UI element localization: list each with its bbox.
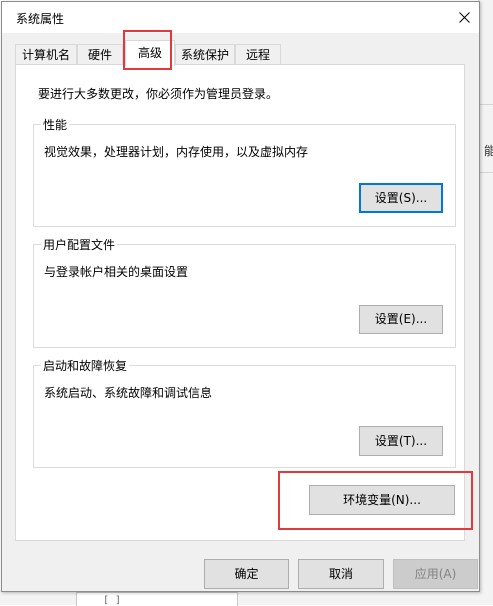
cancel-button[interactable]: 取消 xyxy=(298,559,384,589)
tab-computer-name[interactable]: 计算机名 xyxy=(15,44,77,64)
performance-settings-button[interactable]: 设置(S)... xyxy=(359,183,443,213)
tab-system-protection[interactable]: 系统保护 xyxy=(175,44,235,64)
background-window-bottom xyxy=(0,590,493,605)
tab-hardware[interactable]: 硬件 xyxy=(77,44,123,64)
ok-button[interactable]: 确定 xyxy=(204,559,289,589)
advanced-tab-panel: 要进行大多数更改，你必须作为管理员登录。 性能 视觉效果，处理器计划，内存使用，… xyxy=(15,64,465,541)
dialog-title: 系统属性 xyxy=(16,12,65,26)
startup-recovery-legend: 启动和故障恢复 xyxy=(41,357,130,374)
startup-recovery-settings-button[interactable]: 设置(T)... xyxy=(359,426,443,456)
background-window-edge xyxy=(478,0,493,605)
tab-remote[interactable]: 远程 xyxy=(235,44,281,64)
startup-recovery-description: 系统启动、系统故障和调试信息 xyxy=(44,386,213,400)
user-profiles-legend: 用户配置文件 xyxy=(41,236,118,253)
close-button[interactable] xyxy=(449,2,479,32)
startup-recovery-group: 启动和故障恢复 系统启动、系统故障和调试信息 设置(T)... xyxy=(33,357,456,468)
background-separator xyxy=(479,172,493,173)
performance-description: 视觉效果，处理器计划，内存使用，以及虚拟内存 xyxy=(44,145,309,159)
close-icon xyxy=(459,12,470,23)
performance-legend: 性能 xyxy=(41,116,70,133)
background-bracket-text: [ ] xyxy=(103,595,122,606)
admin-notice: 要进行大多数更改，你必须作为管理员登录。 xyxy=(38,87,279,101)
background-field xyxy=(76,592,238,606)
background-separator xyxy=(479,104,493,105)
user-profiles-settings-button[interactable]: 设置(E)... xyxy=(359,305,443,334)
tab-advanced[interactable]: 高级 xyxy=(125,40,175,66)
performance-group: 性能 视觉效果，处理器计划，内存使用，以及虚拟内存 设置(S)... xyxy=(33,116,456,227)
title-bar[interactable]: 系统属性 xyxy=(2,2,479,33)
background-text-fragment: 能 xyxy=(484,144,493,158)
user-profiles-group: 用户配置文件 与登录帐户相关的桌面设置 设置(E)... xyxy=(33,236,456,348)
apply-button[interactable]: 应用(A) xyxy=(393,559,478,589)
environment-variables-button[interactable]: 环境变量(N)... xyxy=(309,485,455,515)
system-properties-dialog: 系统属性 计算机名 硬件 高级 系统保护 远程 要进行大多数更改，你必须作为管理… xyxy=(1,1,480,592)
user-profiles-description: 与登录帐户相关的桌面设置 xyxy=(44,265,189,279)
